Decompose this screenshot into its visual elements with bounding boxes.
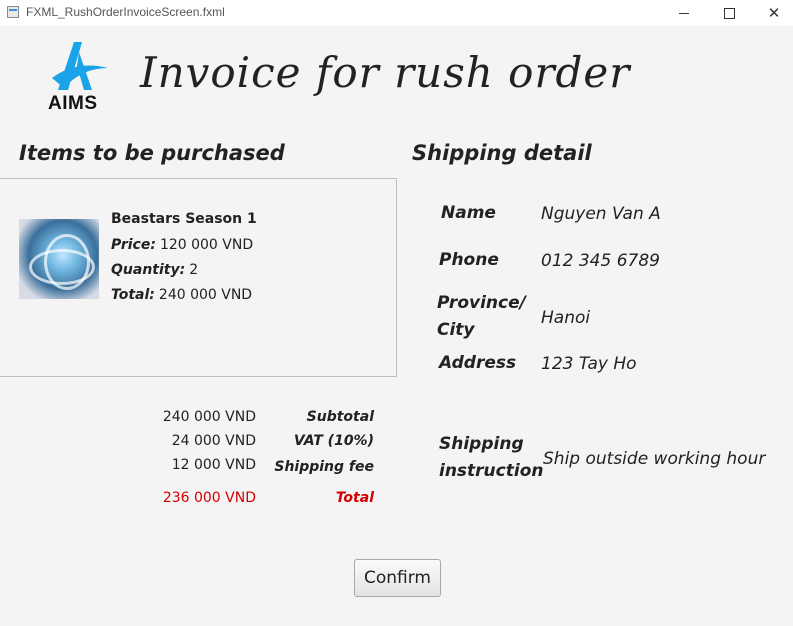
- shipping-phone-label: Phone: [439, 250, 499, 270]
- item-quantity-label: Quantity:: [111, 262, 186, 278]
- item-total-label: Total:: [111, 287, 155, 303]
- aims-logo-text: AIMS: [48, 93, 98, 114]
- window-titlebar: FXML_RushOrderInvoiceScreen.fxml ✕: [0, 0, 793, 26]
- shipping-instruction-label: Shipping instruction: [439, 431, 543, 485]
- window-title: FXML_RushOrderInvoiceScreen.fxml: [26, 5, 225, 19]
- maximize-icon[interactable]: [706, 0, 752, 26]
- items-section-title: Items to be purchased: [19, 141, 285, 165]
- page-title: Invoice for rush order: [140, 48, 631, 97]
- item-total-value: 240 000 VND: [158, 287, 253, 303]
- shipping-province-label-line2: City: [437, 320, 475, 340]
- vat-value: 24 000 VND: [171, 433, 256, 449]
- shipping-fee-label: Shipping fee: [274, 459, 374, 475]
- shipping-phone-value: 012 345 6789: [541, 251, 660, 271]
- item-price-label: Price:: [111, 237, 156, 253]
- shipping-instruction-label-line1: Shipping: [439, 434, 524, 454]
- item-price-value: 120 000 VND: [159, 237, 254, 253]
- product-thumbnail: [19, 219, 99, 299]
- shipping-instruction-value: Ship outside working hour: [543, 449, 766, 469]
- subtotal-value: 240 000 VND: [162, 409, 256, 425]
- app-window-icon: [7, 6, 19, 18]
- shipping-address-value: 123 Tay Ho: [541, 354, 637, 374]
- subtotal-label: Subtotal: [306, 409, 374, 425]
- vat-label: VAT (10%): [293, 433, 374, 449]
- item-total-row: Total: 240 000 VND: [111, 287, 252, 303]
- total-value: 236 000 VND: [162, 490, 256, 506]
- shipping-instruction-label-line2: instruction: [439, 461, 544, 481]
- item-name: Beastars Season 1: [111, 211, 257, 227]
- shipping-province-label-line1: Province/: [437, 293, 526, 313]
- shipping-name-label: Name: [441, 203, 496, 223]
- item-quantity-value: 2: [189, 262, 199, 278]
- shipping-section-title: Shipping detail: [412, 141, 592, 165]
- confirm-button[interactable]: Confirm: [354, 559, 441, 597]
- minimize-icon[interactable]: [661, 0, 707, 26]
- total-label: Total: [335, 490, 374, 506]
- shipping-province-label: Province/ City: [437, 290, 526, 344]
- item-price-row: Price: 120 000 VND: [111, 237, 253, 253]
- shipping-address-label: Address: [439, 353, 517, 373]
- shipping-province-value: Hanoi: [541, 308, 591, 328]
- shipping-fee-value: 12 000 VND: [171, 457, 256, 473]
- shipping-name-value: Nguyen Van A: [541, 204, 661, 224]
- item-quantity-row: Quantity: 2: [111, 262, 198, 278]
- close-icon[interactable]: ✕: [751, 0, 793, 26]
